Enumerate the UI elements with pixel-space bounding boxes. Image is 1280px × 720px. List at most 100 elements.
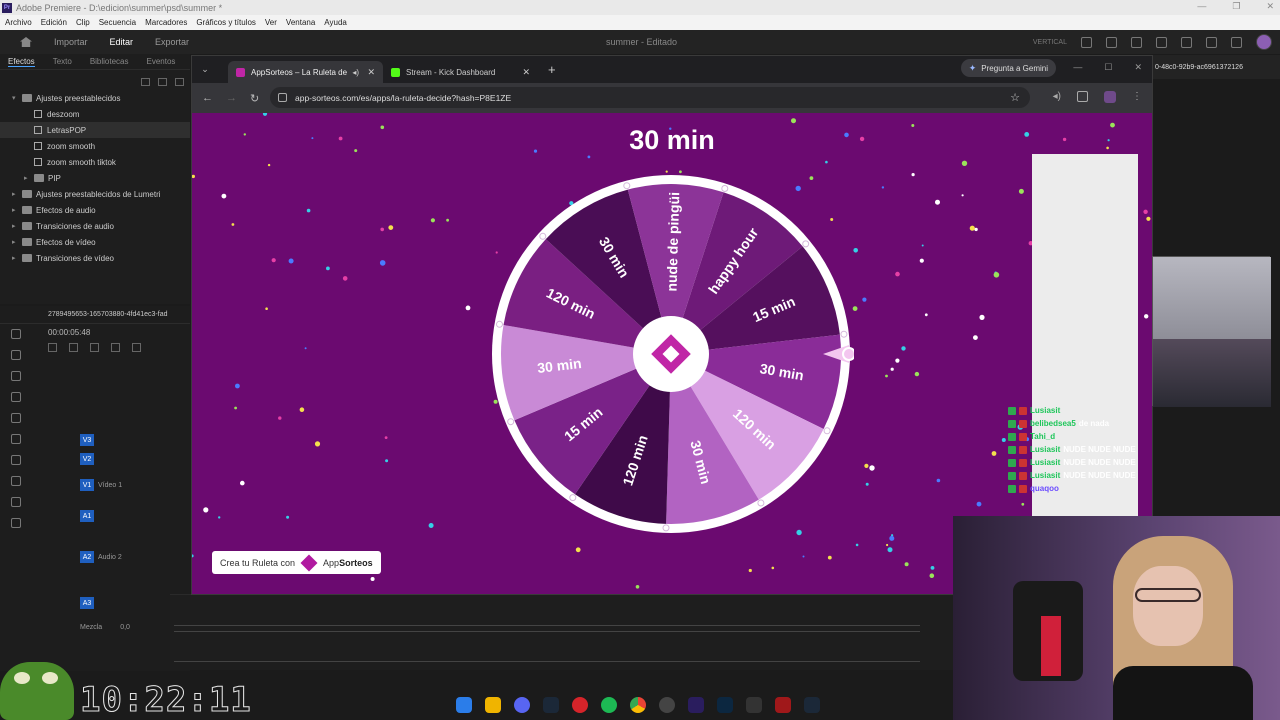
wrench-icon[interactable] [111, 343, 120, 352]
header-tab-exportar[interactable]: Exportar [155, 37, 189, 47]
caption-tool-icon[interactable] [11, 518, 21, 528]
profile-icon[interactable] [1104, 91, 1116, 103]
kebab-menu-icon[interactable]: ⋮ [1132, 91, 1142, 103]
tab-bibliotecas[interactable]: Bibliotecas [90, 57, 129, 66]
disclosure-triangle-icon[interactable]: ▸ [24, 174, 34, 182]
track-header[interactable]: A3 [40, 597, 190, 609]
disclosure-triangle-icon[interactable]: ▸ [12, 190, 22, 198]
track-id[interactable]: V2 [80, 453, 94, 465]
disclosure-triangle-icon[interactable]: ▸ [12, 206, 22, 214]
track-id[interactable]: A1 [80, 510, 94, 522]
accelerated-icon[interactable] [141, 78, 150, 86]
track-id[interactable]: A3 [80, 597, 94, 609]
close-icon[interactable]: ✕ [1266, 1, 1274, 12]
obs-icon[interactable] [659, 697, 675, 713]
effects-tree-item[interactable]: ▸ Transiciones de audio [0, 218, 190, 234]
chrome-icon[interactable] [630, 697, 646, 713]
url-input[interactable]: app-sorteos.com/es/apps/la-ruleta-decide… [270, 87, 1030, 108]
maximize-icon[interactable]: ❐ [1232, 1, 1240, 12]
32bit-icon[interactable] [158, 78, 167, 86]
effects-tree-item[interactable]: ▸ Transiciones de vídeo [0, 250, 190, 266]
menu-archivo[interactable]: Archivo [5, 18, 32, 27]
effects-tree-item[interactable]: zoom smooth tiktok [0, 154, 190, 170]
bookmark-star-icon[interactable]: ☆ [1010, 91, 1020, 104]
selection-tool-icon[interactable] [11, 329, 21, 339]
disclosure-triangle-icon[interactable]: ▸ [12, 238, 22, 246]
avatar[interactable] [1256, 34, 1272, 50]
effects-tree-item[interactable]: ▸ Ajustes preestablecidos de Lumetri [0, 186, 190, 202]
header-tab-editar[interactable]: Editar [110, 37, 134, 47]
discord-icon[interactable] [514, 697, 530, 713]
windows-start-icon[interactable] [456, 697, 472, 713]
disclosure-triangle-icon[interactable]: ▸ [12, 254, 22, 262]
rectangle-icon[interactable] [11, 455, 21, 465]
effects-tree-item[interactable]: ▸ Efectos de vídeo [0, 234, 190, 250]
scroll-bar[interactable] [174, 661, 920, 662]
voicemod-icon[interactable] [775, 697, 791, 713]
forward-icon[interactable]: → [226, 92, 240, 104]
close-icon[interactable]: ✕ [1134, 62, 1142, 73]
extensions-icon[interactable] [1077, 91, 1088, 102]
captions-icon[interactable] [132, 343, 141, 352]
speaker-icon[interactable]: ◂) [352, 68, 359, 77]
spotify-icon[interactable] [601, 697, 617, 713]
close-tab-icon[interactable]: ✕ [522, 67, 530, 78]
close-tab-icon[interactable]: ✕ [367, 67, 375, 78]
steam-icon[interactable] [543, 697, 559, 713]
effects-tree-item[interactable]: zoom smooth [0, 138, 190, 154]
workspace-icon[interactable] [1081, 36, 1092, 48]
tab-eventos[interactable]: Eventos [147, 57, 176, 66]
track-header[interactable]: A2 Audio 2 [40, 551, 190, 563]
tab-efectos[interactable]: Efectos [8, 57, 35, 67]
minimize-icon[interactable]: — [1073, 62, 1082, 73]
razor-icon[interactable] [11, 392, 21, 402]
maximize-icon[interactable]: ☐ [1104, 62, 1112, 73]
effects-tree-item[interactable]: ▾ Ajustes preestablecidos [0, 90, 190, 106]
roulette-wheel[interactable]: happy hour15 min30 min120 min30 min120 m… [488, 171, 854, 537]
marker-icon[interactable] [90, 343, 99, 352]
tab-texto[interactable]: Texto [53, 57, 72, 66]
track-header[interactable]: V2 [40, 453, 190, 465]
menu-ventana[interactable]: Ventana [286, 18, 315, 27]
menu-graficos[interactable]: Gráficos y títulos [196, 18, 256, 27]
site-info-icon[interactable] [278, 93, 287, 102]
tab-appsorteos[interactable]: AppSorteos – La Ruleta de ◂) ✕ [228, 61, 383, 83]
steam-2-icon[interactable] [804, 697, 820, 713]
menu-marcadores[interactable]: Marcadores [145, 18, 187, 27]
header-tab-importar[interactable]: Importar [54, 37, 88, 47]
new-tab-icon[interactable]: + [548, 62, 556, 77]
slip-icon[interactable] [11, 413, 21, 423]
menu-icon[interactable] [1156, 36, 1167, 48]
effects-tree-item[interactable]: deszoom [0, 106, 190, 122]
track-id[interactable]: V3 [80, 434, 94, 446]
volume-icon[interactable] [1206, 36, 1217, 48]
back-icon[interactable]: ← [202, 92, 216, 104]
hand-icon[interactable] [11, 476, 21, 486]
track-id[interactable]: A2 [80, 551, 94, 563]
yuv-icon[interactable] [175, 78, 184, 86]
pen-icon[interactable] [11, 434, 21, 444]
export-icon[interactable] [1131, 36, 1142, 48]
premiere-icon[interactable] [688, 697, 704, 713]
create-roulette-button[interactable]: Crea tu Ruleta con App Sorteos [212, 551, 381, 574]
photoshop-icon[interactable] [717, 697, 733, 713]
fullscreen-icon[interactable] [1231, 36, 1242, 48]
track-id[interactable]: V1 [80, 479, 94, 491]
file-explorer-icon[interactable] [485, 697, 501, 713]
ripple-edit-icon[interactable] [11, 371, 21, 381]
gemini-button[interactable]: ✦ Pregunta a Gemini [960, 59, 1056, 77]
menu-edicion[interactable]: Edición [41, 18, 67, 27]
track-header[interactable]: V3 [40, 434, 190, 446]
minimize-icon[interactable]: — [1197, 1, 1206, 12]
menu-ayuda[interactable]: Ayuda [324, 18, 347, 27]
track-header[interactable]: A1 [40, 510, 190, 522]
track-header[interactable]: V1 Vídeo 1 [40, 479, 190, 491]
effects-tree-item[interactable]: ▸ PIP [0, 170, 190, 186]
snap-icon[interactable] [48, 343, 57, 352]
media-icon[interactable]: ◂) [1053, 91, 1061, 103]
share-icon[interactable] [1106, 36, 1117, 48]
layout-label[interactable]: VERTICAL [1033, 39, 1067, 46]
link-icon[interactable] [69, 343, 78, 352]
mix-value[interactable]: 0,0 [120, 624, 130, 631]
effects-tree-item[interactable]: LetrasPOP [0, 122, 190, 138]
